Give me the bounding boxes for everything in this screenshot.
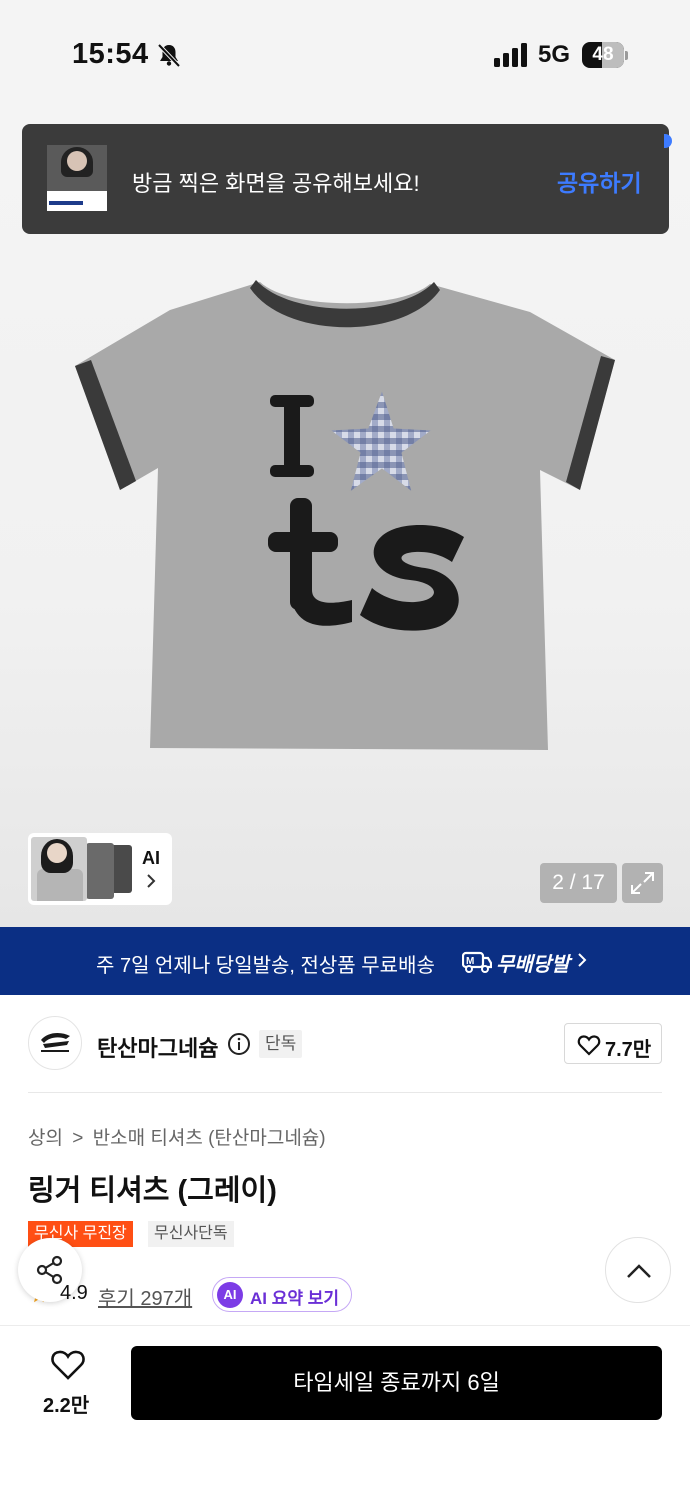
- review-link[interactable]: 후기 297개: [98, 1282, 192, 1311]
- image-page-counter: 2 / 17: [540, 863, 617, 903]
- ai-thumbnail-1: [31, 837, 87, 901]
- delivery-truck-icon: M: [462, 951, 492, 973]
- svg-text:M: M: [466, 956, 474, 967]
- chevron-right-icon: [578, 953, 587, 967]
- chevron-up-icon: [627, 1264, 651, 1278]
- info-icon[interactable]: [227, 1032, 251, 1056]
- battery-icon: 48: [582, 42, 628, 68]
- brand-like-count: 7.7만: [605, 1039, 652, 1061]
- product-tshirt-image: [75, 280, 615, 750]
- breadcrumb-separator: >: [72, 1128, 84, 1149]
- signal-icon: [494, 43, 527, 67]
- product-title: 링거 티셔츠 (그레이): [28, 1175, 277, 1207]
- ai-summary-button[interactable]: AI AI 요약 보기: [212, 1277, 352, 1312]
- heart-icon: [577, 1035, 601, 1056]
- time-sale-buy-button[interactable]: 타임세일 종료까지 6일: [131, 1346, 662, 1420]
- brand-like-button[interactable]: 7.7만: [564, 1023, 662, 1064]
- tag-musinsa-exclusive: 무신사단독: [148, 1221, 234, 1247]
- expand-icon: [631, 872, 654, 894]
- brand-name[interactable]: 탄산마그네슘: [97, 1031, 218, 1063]
- ai-label: AI: [142, 848, 160, 868]
- ai-thumbnail-2: [86, 843, 114, 899]
- ai-styling-thumbnails[interactable]: [28, 833, 172, 905]
- rating-value: 4.9: [60, 1282, 88, 1304]
- breadcrumb-category[interactable]: 상의: [28, 1128, 63, 1149]
- ai-summary-label: AI 요약 보기: [250, 1289, 340, 1308]
- chevron-right-icon: [147, 874, 156, 888]
- status-time: 15:54: [72, 38, 149, 70]
- network-label: 5G: [538, 41, 571, 68]
- battery-level: 48: [592, 44, 614, 65]
- shipping-logo-text: 무배당발: [496, 954, 570, 976]
- toast-message: 방금 찍은 화면을 공유해보세요!: [132, 171, 420, 196]
- divider: [28, 1092, 662, 1093]
- brand-logo[interactable]: [28, 1016, 82, 1070]
- brand-logo-mark: [41, 1032, 70, 1052]
- scroll-to-top-button[interactable]: [605, 1237, 671, 1303]
- wishlist-heart-icon[interactable]: [50, 1349, 86, 1381]
- shipping-text: 주 7일 언제나 당일발송, 전상품 무료배송: [96, 955, 435, 977]
- exclusive-badge: 단독: [259, 1030, 303, 1058]
- toast-share-button[interactable]: 공유하기: [557, 164, 642, 198]
- bell-muted-icon: [157, 43, 181, 68]
- expand-image-button[interactable]: [622, 863, 663, 903]
- ai-badge-icon: AI: [217, 1282, 243, 1308]
- breadcrumb-subcategory[interactable]: 반소매 티셔츠 (탄산마그네슘): [93, 1128, 326, 1149]
- screenshot-thumbnail: [47, 145, 107, 211]
- wishlist-count: 2.2만: [43, 1395, 90, 1417]
- breadcrumb: 상의 > 반소매 티셔츠 (탄산마그네슘): [28, 1123, 330, 1150]
